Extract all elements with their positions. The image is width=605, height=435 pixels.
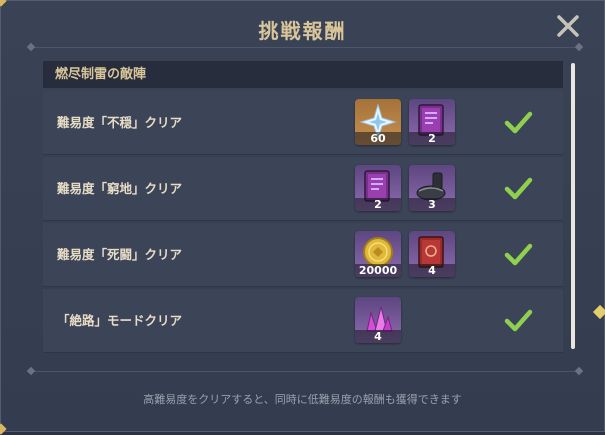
header-divider: [26, 42, 584, 52]
reward-row: 難易度「死闘」クリア 20000 4: [43, 223, 563, 287]
reward-count: 4: [355, 330, 401, 343]
reward-row: 「絶路」モードクリア 4: [43, 289, 563, 353]
side-marker-icon: [592, 304, 605, 320]
reward-row: 難易度「不穏」クリア 60 2: [43, 91, 563, 155]
reward-row-label: 難易度「不穏」クリア: [57, 115, 183, 130]
reward-count: 60: [355, 132, 401, 145]
completed-check-icon: [503, 306, 533, 336]
book-reward[interactable]: 2: [409, 99, 455, 145]
red-book-reward[interactable]: 4: [409, 231, 455, 277]
primogem-reward[interactable]: 60: [355, 99, 401, 145]
corner-ornament: [0, 423, 7, 435]
completed-check-icon: [503, 240, 533, 270]
reward-count: 4: [409, 264, 455, 277]
crystal-reward[interactable]: 4: [355, 297, 401, 343]
footer-note: 高難易度をクリアすると、同時に低難易度の報酬も獲得できます: [143, 393, 462, 406]
reward-row-label: 難易度「死闘」クリア: [57, 247, 183, 262]
section-header: 燃尽制雷の敵陣: [43, 61, 563, 88]
reward-count: 2: [409, 132, 455, 145]
dialog-title: 挑戦報酬: [258, 19, 347, 43]
close-icon[interactable]: [555, 13, 581, 39]
mora-reward[interactable]: 20000: [355, 231, 401, 277]
reward-row-label: 「絶路」モードクリア: [57, 313, 183, 328]
reward-row-label: 難易度「窮地」クリア: [57, 181, 183, 196]
reward-count: 20000: [355, 264, 401, 277]
footer-divider: [26, 366, 584, 376]
ore-reward[interactable]: 3: [409, 165, 455, 211]
reward-count: 2: [355, 198, 401, 211]
completed-check-icon: [503, 108, 533, 138]
scrollbar-thumb[interactable]: [571, 63, 575, 349]
corner-ornament: [0, 0, 7, 7]
completed-check-icon: [503, 174, 533, 204]
book-reward[interactable]: 2: [355, 165, 401, 211]
reward-dialog: 挑戦報酬 燃尽制雷の敵陣 難易度「不穏」クリア 60 2 難易度「窮地」クリア …: [0, 0, 605, 435]
reward-row: 難易度「窮地」クリア 2 3: [43, 157, 563, 221]
reward-count: 3: [409, 198, 455, 211]
